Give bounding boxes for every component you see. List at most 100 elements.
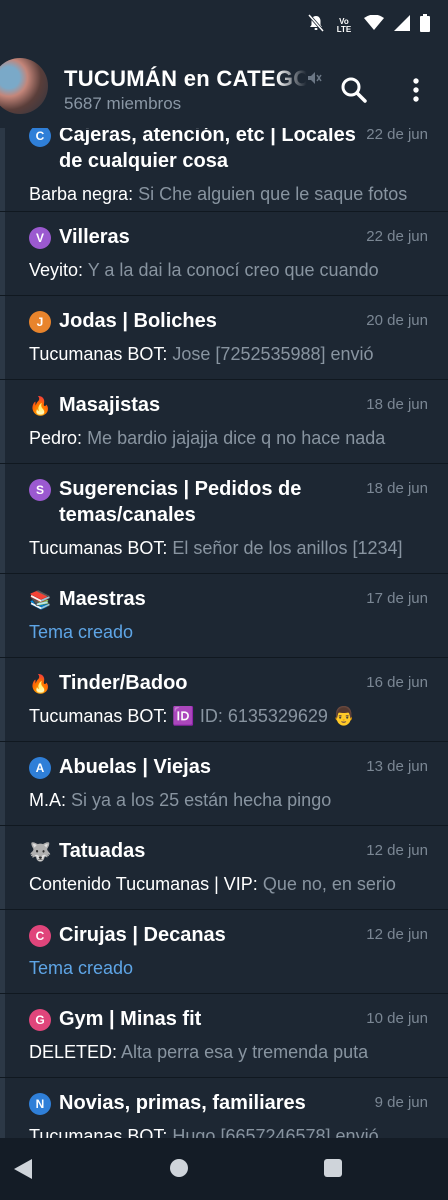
topic-item[interactable]: C Cajeras, atención, etc | Locales de cua… (0, 128, 448, 212)
topic-title: Novias, primas, familiares (59, 1092, 306, 1114)
topic-last-message: Veyito: Y a la dai la conocí creo que cu… (29, 258, 428, 282)
topic-last-message: M.A: Si ya a los 25 están hecha pingo (29, 788, 428, 812)
topic-item[interactable]: J Jodas | Boliches 20 de jun Tucumanas BOT:… (0, 296, 448, 380)
volte-label-bottom: LTE (336, 24, 352, 34)
wifi-icon (364, 14, 384, 36)
topic-header-row: G Gym | Minas fit 10 de jun (29, 1006, 428, 1032)
message-preview: Jose [7252535988] envió (172, 344, 374, 364)
topic-item[interactable]: 🔥 Tinder/Badoo 16 de jun Tucumanas BOT: 🆔 I… (0, 658, 448, 742)
topic-header-row: N Novias, primas, familiares 9 de jun (29, 1090, 428, 1116)
topic-item[interactable]: V Villeras 22 de jun Veyito: Y a la dai la … (0, 212, 448, 296)
topic-title: Villeras (59, 226, 130, 248)
letter-v-icon: V (29, 227, 51, 249)
topic-last-message: Tema creado (29, 620, 428, 644)
topic-created-label: Tema creado (29, 958, 134, 978)
message-preview: El señor de los anillos [1234] (172, 538, 403, 558)
topic-item[interactable]: 🔥 Masajistas 18 de jun Pedro: Me bardio jaj… (0, 380, 448, 464)
topic-last-message: Pedro: Me bardio jajajja dice q no hace … (29, 426, 428, 450)
topic-date: 18 de jun (366, 480, 428, 497)
topic-header-row: S Sugerencias | Pedidos de temas/canales 1… (29, 476, 428, 528)
topic-date: 22 de jun (366, 128, 428, 143)
message-sender: Tucumanas BOT: (29, 706, 168, 726)
topic-item[interactable]: N Novias, primas, familiares 9 de jun Tucum… (0, 1078, 448, 1138)
message-sender: Tucumanas BOT: (29, 1126, 168, 1138)
topic-header-row: 📚 Maestras 17 de jun (29, 586, 428, 612)
message-sender: M.A: (29, 790, 67, 810)
message-sender: Veyito: (29, 260, 84, 280)
letter-g-icon: G (29, 1009, 51, 1031)
signal-icon (394, 15, 410, 36)
notifications-off-icon (307, 14, 325, 37)
member-count: 5687 miembros (64, 94, 182, 113)
topic-header-row: C Cajeras, atención, etc | Locales de cua… (29, 128, 428, 174)
topic-date: 20 de jun (366, 312, 428, 329)
topic-date: 18 de jun (366, 396, 428, 413)
back-triangle-icon (14, 1159, 32, 1179)
message-sender: Pedro: (29, 428, 83, 448)
message-preview: Si ya a los 25 están hecha pingo (71, 790, 332, 810)
message-sender: Tucumanas BOT: (29, 344, 168, 364)
topic-title: Sugerencias | Pedidos de temas/canales (59, 478, 302, 526)
topic-item[interactable]: S Sugerencias | Pedidos de temas/canales 1… (0, 464, 448, 574)
more-vert-icon (413, 78, 419, 102)
topic-title: Gym | Minas fit (59, 1008, 202, 1030)
android-nav-bar (0, 1138, 448, 1200)
nav-recents-button[interactable] (324, 1159, 342, 1177)
search-button[interactable] (338, 74, 370, 106)
topic-last-message: Tema creado (29, 956, 428, 980)
topic-last-message: Tucumanas BOT: 🆔 ID: 6135329629 👨 (29, 704, 428, 728)
group-avatar[interactable] (0, 58, 48, 114)
message-preview: Y a la dai la conocí creo que cuando (87, 260, 379, 280)
topic-item[interactable]: G Gym | Minas fit 10 de jun DELETED: Alta p… (0, 994, 448, 1078)
message-preview: Me bardio jajajja dice q no hace nada (87, 428, 386, 448)
message-preview: Alta perra esa y tremenda puta (121, 1042, 369, 1062)
muted-icon (306, 70, 322, 91)
message-preview: 🆔 ID: 6135329629 👨 (172, 706, 356, 726)
topic-date: 13 de jun (366, 758, 428, 775)
message-sender: Barba negra: (29, 184, 134, 204)
message-preview: Que no, en serio (262, 874, 396, 894)
letter-j-icon: J (29, 311, 51, 333)
topic-title: Abuelas | Viejas (59, 756, 211, 778)
topic-date: 17 de jun (366, 590, 428, 607)
more-options-button[interactable] (404, 74, 428, 106)
letter-a-icon: A (29, 757, 51, 779)
message-preview: Hugo [6657246578] envió (172, 1126, 379, 1138)
topic-title: Maestras (59, 588, 146, 610)
letter-c-icon: C (29, 128, 51, 147)
topic-title: Tinder/Badoo (59, 672, 188, 694)
letter-n-icon: N (29, 1093, 51, 1115)
topic-item[interactable]: 📚 Maestras 17 de jun Tema creado (0, 574, 448, 658)
search-icon (341, 77, 367, 103)
topic-last-message: DELETED: Alta perra esa y tremenda puta (29, 1040, 428, 1064)
topic-item[interactable]: A Abuelas | Viejas 13 de jun M.A: Si ya a l… (0, 742, 448, 826)
topic-title: Masajistas (59, 394, 161, 416)
message-sender: Tucumanas BOT: (29, 538, 168, 558)
letter-c-icon: C (29, 925, 51, 947)
topic-header-row: C Cirujas | Decanas 12 de jun (29, 922, 428, 948)
fire-icon: 🔥 (29, 396, 52, 416)
topic-item[interactable]: C Cirujas | Decanas 12 de jun Tema creado (0, 910, 448, 994)
message-preview: Si Che alguien que le saque fotos (138, 184, 408, 204)
topic-last-message: Tucumanas BOT: Jose [7252535988] envió (29, 342, 428, 366)
nav-home-button[interactable] (170, 1159, 188, 1177)
topic-date: 12 de jun (366, 842, 428, 859)
topic-date: 10 de jun (366, 1010, 428, 1027)
topic-date: 12 de jun (366, 926, 428, 943)
topic-title: Cajeras, atención, etc | Locales de cual… (59, 128, 356, 172)
topic-header-row: A Abuelas | Viejas 13 de jun (29, 754, 428, 780)
topic-last-message: Tucumanas BOT: Hugo [6657246578] envió (29, 1124, 428, 1138)
topic-item[interactable]: 🐺 Tatuadas 12 de jun Contenido Tucumanas | … (0, 826, 448, 910)
message-sender: Contenido Tucumanas | VIP: (29, 874, 258, 894)
battery-icon (420, 14, 430, 37)
nav-back-button[interactable] (14, 1159, 32, 1184)
topic-date: 9 de jun (374, 1094, 428, 1111)
books-icon: 📚 (29, 590, 52, 610)
topic-date: 16 de jun (366, 674, 428, 691)
topic-created-label: Tema creado (29, 622, 134, 642)
fire-icon: 🔥 (29, 674, 52, 694)
topic-list[interactable]: C Cajeras, atención, etc | Locales de cua… (0, 128, 448, 1138)
group-title-wrap[interactable]: TUCUMÁN en CATEGORÍAS (64, 66, 314, 94)
topic-date: 22 de jun (366, 228, 428, 245)
topic-last-message: Barba negra: Si Che alguien que le saque… (29, 182, 428, 206)
